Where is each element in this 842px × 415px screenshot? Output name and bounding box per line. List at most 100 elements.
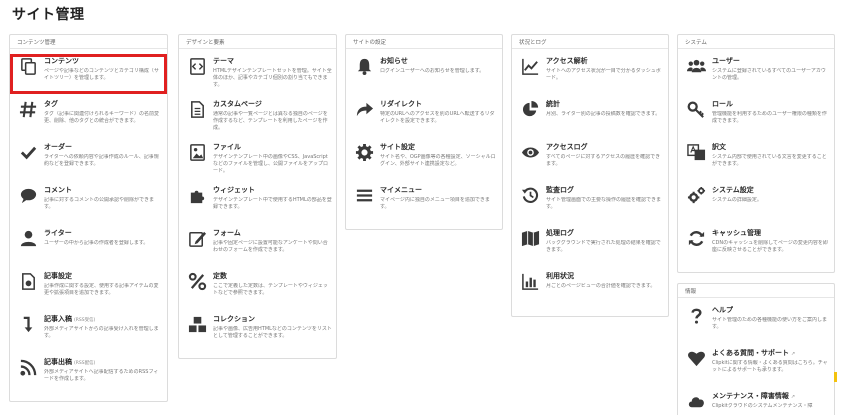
item-title: テーマ <box>213 57 234 65</box>
menu-item-audit-log[interactable]: 監査ログ サイト管理画面での主要な操作の履歴を確認できます。 <box>512 183 668 223</box>
item-title: コンテンツ <box>44 57 79 65</box>
gears-icon <box>687 186 706 205</box>
import-arrow-icon <box>19 315 38 334</box>
menu-item-process-log[interactable]: 処理ログ バックグラウンドで実行された処理の結果を確認できます。 <box>512 226 668 266</box>
cloud-icon <box>687 392 706 411</box>
menu-item-article-export[interactable]: 記事出稿 (RSS配信) 外部メディアサイトへ記事配信するためのRSSフィードを作… <box>10 355 167 395</box>
key-icon <box>687 100 706 119</box>
menu-item-statistics[interactable]: 統計 月別、ライター別の記事の投稿数を確認できます。 <box>512 97 668 137</box>
menu-item-orders[interactable]: オーダー ライターへの依頼内容や記事作成のルール、記事規約などを登録できます。 <box>10 140 167 180</box>
menu-item-article-import[interactable]: 記事入稿 (RSS受信) 外部メディアサイトからの記事受け入れを管理します。 <box>10 312 167 352</box>
menu-item-constants[interactable]: 定数 ここで定義した定数は、テンプレートやウィジェットなどで参照できます。 <box>179 269 336 309</box>
menu-item-notices[interactable]: お知らせ ログインユーザーへのお知らせを管理します。 <box>346 54 502 94</box>
menu-item-access-analytics[interactable]: アクセス解析 サイトへのアクセス状況が一目で分かるダッシュボード。 <box>512 54 668 94</box>
item-description: 通常の記事や一覧ページとは異なる独自のページを作成するなど、テンプレートを利用し… <box>213 111 328 131</box>
item-description: 記事や画像、広告用HTMLなどのコンテンツをリストとして管理することができます。 <box>213 326 332 339</box>
item-description: 管理機能を利用するためのユーザー権限の種類を作成できます。 <box>712 111 827 124</box>
check-icon <box>19 143 38 162</box>
item-description: 月別、ライター別の記事の投稿数を確認できます。 <box>546 111 661 117</box>
item-title: 訳文 <box>712 143 726 151</box>
item-title: サイト設定 <box>380 143 415 151</box>
gear-icon <box>355 143 374 162</box>
panel-header: 情報 <box>678 284 834 298</box>
panel-header: サイトの設定 <box>346 35 502 49</box>
menu-item-collections[interactable]: コレクション 記事や画像、広告用HTMLなどのコンテンツをリストとして管理するこ… <box>179 312 336 352</box>
menu-item-help[interactable]: ヘルプ サイト管理のための各種機能の使い方をご案内します。 <box>678 303 834 343</box>
menu-item-cache-management[interactable]: キャッシュ管理 CDNのキャッシュを削除してページの変更内容を即座に反映させるこ… <box>678 226 834 266</box>
menu-item-roles[interactable]: ロール 管理機能を利用するためのユーザー権限の種類を作成できます。 <box>678 97 834 137</box>
item-title: コレクション <box>213 315 255 323</box>
item-title: 処理ログ <box>546 229 574 237</box>
menu-item-access-log[interactable]: アクセスログ すべてのページに対するアクセスの履歴を確認できます。 <box>512 140 668 180</box>
code-file-icon <box>188 57 207 76</box>
menu-item-my-menu[interactable]: マイメニュー マイページ内に独自のメニュー項目を追加できます。 <box>346 183 502 223</box>
item-description: 外部メディアサイトへ記事配信するためのRSSフィードを作成します。 <box>44 369 159 382</box>
item-title: ユーザー <box>712 57 740 65</box>
bar-chart-icon <box>521 272 540 291</box>
external-link-icon: ↗ <box>790 394 796 400</box>
image-file-icon <box>188 143 207 162</box>
item-title: ロール <box>712 100 733 108</box>
item-title-text: 記事入稿 <box>44 315 72 323</box>
item-description: サイト管理画面での主要な操作の履歴を確認できます。 <box>546 197 662 210</box>
item-title: 記事設定 <box>44 272 72 280</box>
history-icon <box>521 186 540 205</box>
item-title: ヘルプ <box>712 306 733 314</box>
item-description: 記事や固定ページに設置可能なアンケートや問い合わせのフォームを作成できます。 <box>213 240 328 253</box>
menu-item-usage[interactable]: 利用状況 月ごとのページビューの合計値を確認できます。 <box>512 269 668 309</box>
item-title: お知らせ <box>380 57 408 65</box>
item-title: メンテナンス・障害情報 ↗ <box>712 391 830 401</box>
menu-item-users[interactable]: ユーザー システムに登録されているすべてのユーザーアカウントの管理。 <box>678 54 834 94</box>
menu-item-faq-support[interactable]: よくある質問・サポート ↗ Clipkitに関する情報・よくある質問はこちら。チャ… <box>678 346 834 386</box>
menu-item-custom-pages[interactable]: カスタムページ 通常の記事や一覧ページとは異なる独自のページを作成するなど、テン… <box>179 97 336 137</box>
menu-item-system-settings[interactable]: システム設定 システムの詳細設定。 <box>678 183 834 223</box>
menu-item-maintenance-info[interactable]: メンテナンス・障害情報 ↗ Clipkitクラウドのシステムメンテナンス・障 <box>678 389 834 415</box>
item-description: サイトへのアクセス状況が一目で分かるダッシュボード。 <box>546 68 661 81</box>
menu-item-tags[interactable]: タグ タグ（記事に関連付けられるキーワード）の名前変更、削除、他のタグとの統合が… <box>10 97 167 137</box>
item-description: ユーザーの中から記事の作成者を登録します。 <box>44 240 149 246</box>
share-arrow-icon <box>355 100 374 119</box>
menu-item-widgets[interactable]: ウィジェット デザインテンプレート中で使用するHTMLの部品を登録できます。 <box>179 183 336 223</box>
item-title: カスタムページ <box>213 100 262 108</box>
item-description: 月ごとのページビューの合計値を確認できます。 <box>546 283 656 289</box>
puzzle-icon <box>188 186 207 205</box>
item-description: サイト管理のための各種機能の使い方をご案内します。 <box>712 317 828 330</box>
menu-item-writers[interactable]: ライター ユーザーの中から記事の作成者を登録します。 <box>10 226 167 266</box>
item-title: よくある質問・サポート ↗ <box>712 348 830 358</box>
menu-item-site-settings[interactable]: サイト設定 サイト名や、OGP画像等の各種設定、ソーシャルログイン、外部サイト連… <box>346 140 502 180</box>
item-title: アクセスログ <box>546 143 588 151</box>
menu-item-article-settings[interactable]: 記事設定 記事作成に関する設定、使用する記事アイテムの変更や拡張項目を追加できま… <box>10 269 167 309</box>
comment-icon <box>19 186 38 205</box>
item-description: 外部メディアサイトからの記事受け入れを管理します。 <box>44 326 159 339</box>
item-description: Clipkitに関する情報・よくある質問はこちら。チャットによるサポートも承りま… <box>712 360 828 373</box>
cubes-icon <box>188 315 207 334</box>
menu-item-forms[interactable]: フォーム 記事や固定ページに設置可能なアンケートや問い合わせのフォームを作成でき… <box>179 226 336 266</box>
menu-item-files[interactable]: ファイル デザインテンプレート中の画像やCSS、JavaScriptなどのファイ… <box>179 140 336 180</box>
item-description: ライターへの依頼内容や記事作成のルール、記事規約などを登録できます。 <box>44 154 159 167</box>
menu-item-contents[interactable]: コンテンツ ページや記事などのコンテンツとカテゴリ構成（サイトツリー）を管理しま… <box>10 54 167 94</box>
menu-item-redirects[interactable]: リダイレクト 特定のURLへのアクセスを別のURLへ転送するリダイレクトを設定で… <box>346 97 502 137</box>
menu-item-translations[interactable]: 訳文 システム内部で使用されている文言を変更することができます。 <box>678 140 834 180</box>
users-group-icon <box>687 57 706 76</box>
panel-design-elements: デザインと要素 テーマ HTMLデザインテンプレートセットを管理。サイト全体のほ… <box>178 34 337 359</box>
panel-header: システム <box>678 35 834 49</box>
item-title: コメント <box>44 186 72 194</box>
item-description: Clipkitクラウドのシステムメンテナンス・障 <box>712 403 813 409</box>
heart-icon <box>687 349 706 368</box>
item-description: ログインユーザーへのお知らせを管理します。 <box>380 68 485 74</box>
panel-header: コンテンツ管理 <box>10 35 167 49</box>
item-description: タグ（記事に関連付けられるキーワード）の名前変更、削除、他のタグとの統合ができま… <box>44 111 160 124</box>
page-title: サイト管理 <box>12 7 85 23</box>
panel-header: 状況とログ <box>512 35 668 49</box>
translate-icon <box>687 143 706 162</box>
document-icon <box>188 100 207 119</box>
item-title-text: 記事出稿 <box>44 358 72 366</box>
rss-icon <box>19 358 38 377</box>
item-description: 特定のURLへのアクセスを別のURLへ転送するリダイレクトを設定できます。 <box>380 111 495 124</box>
eye-icon <box>521 143 540 162</box>
item-title: オーダー <box>44 143 72 151</box>
edit-form-icon <box>188 229 207 248</box>
item-title: フォーム <box>213 229 241 237</box>
menu-item-comments[interactable]: コメント 記事に対するコメントの公開承認や削除ができます。 <box>10 183 167 223</box>
menu-item-themes[interactable]: テーマ HTMLデザインテンプレートセットを管理。サイト全体のほか、記事やカテゴ… <box>179 54 336 94</box>
